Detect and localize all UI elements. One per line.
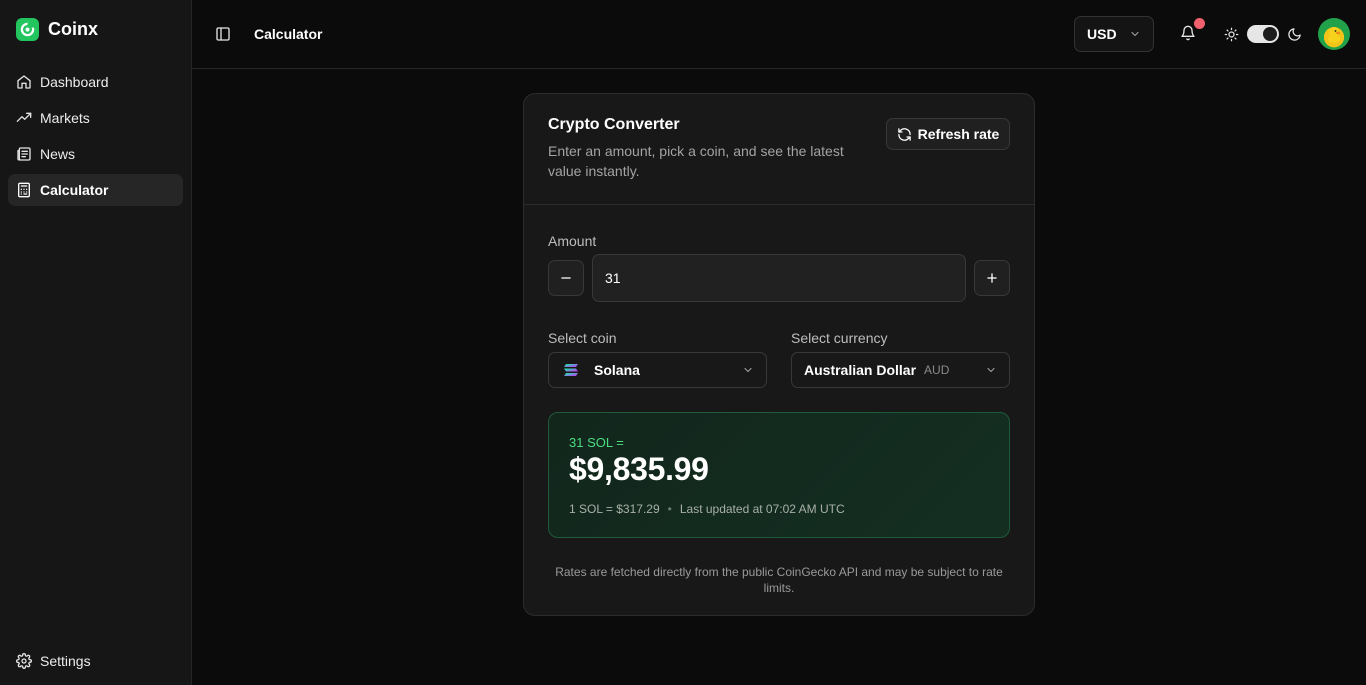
sidebar-toggle-icon[interactable] (214, 25, 232, 43)
coin-select-group: Select coin Solana (548, 330, 767, 388)
refresh-rate-button[interactable]: Refresh rate (886, 118, 1010, 150)
decrement-button[interactable] (548, 260, 584, 296)
currency-select-value: USD (1087, 26, 1117, 42)
notification-dot (1194, 18, 1205, 29)
result-label: 31 SOL = (569, 435, 624, 450)
amount-input[interactable] (592, 254, 966, 302)
coin-select-value: Solana (594, 362, 640, 378)
calculator-icon (18, 182, 30, 198)
brand-name: Coinx (48, 18, 99, 39)
sidebar-item-label: Dashboard (40, 74, 109, 90)
moon-icon (1288, 27, 1301, 41)
theme-switcher (1224, 25, 1302, 43)
sidebar-item-news[interactable]: News (8, 138, 183, 170)
currency-select-value: Australian Dollar (804, 362, 917, 378)
app-root: Coinx Dashboard Markets News Calculator … (0, 0, 1366, 685)
page-title: Calculator (254, 26, 323, 42)
sidebar-item-markets[interactable]: Markets (8, 102, 183, 134)
content: Crypto Converter Enter an amount, pick a… (192, 69, 1366, 685)
card-body: Amount Select coin (524, 205, 1034, 596)
rate-text: 1 SOL = $317.29 (569, 502, 660, 516)
bell-icon (1181, 25, 1195, 41)
toggle-knob (1263, 27, 1277, 41)
card-description: Enter an amount, pick a coin, and see th… (548, 143, 844, 179)
result-meta: 1 SOL = $317.29 • Last updated at 07:02 … (569, 502, 989, 516)
meta-separator: • (667, 502, 672, 516)
home-icon (17, 75, 31, 89)
sidebar-nav: Dashboard Markets News Calculator (8, 66, 183, 206)
crypto-converter-card: Crypto Converter Enter an amount, pick a… (523, 93, 1035, 616)
coin-select[interactable]: Solana (548, 352, 767, 388)
notifications-button[interactable] (1180, 18, 1205, 43)
sidebar-item-label: Calculator (40, 182, 109, 198)
chevron-down-icon (987, 367, 995, 373)
trending-up-icon (16, 112, 32, 122)
refresh-rate-label: Refresh rate (917, 126, 1000, 142)
sidebar-item-dashboard[interactable]: Dashboard (8, 66, 183, 98)
currency-select-label: Select currency (791, 330, 888, 346)
refresh-icon (897, 127, 911, 141)
sidebar-item-label: Markets (40, 110, 90, 126)
card-header: Crypto Converter Enter an amount, pick a… (524, 94, 1034, 205)
coinx-logo-icon (16, 17, 39, 41)
chevron-down-icon (1131, 31, 1139, 37)
gear-icon (16, 653, 32, 669)
currency-select[interactable]: USD (1074, 16, 1154, 52)
amount-label: Amount (548, 233, 597, 249)
sidebar-item-label: Settings (40, 653, 91, 669)
sidebar-item-settings[interactable]: Settings (8, 645, 183, 677)
main: Calculator USD Crypto Converter Enter an… (192, 0, 1366, 685)
target-currency-select[interactable]: Australian Dollar AUD (791, 352, 1010, 388)
result-value: $9,835.99 (569, 451, 709, 487)
topbar-right: USD (1074, 16, 1350, 52)
avatar[interactable] (1318, 18, 1350, 50)
updated-text: Last updated at 07:02 AM UTC (679, 502, 845, 516)
solana-icon (564, 364, 578, 376)
currency-select-group: Select currency Australian Dollar AUD (791, 330, 1010, 388)
select-row: Select coin Solana Select currency Austr… (548, 330, 1010, 388)
currency-code: AUD (924, 363, 950, 377)
minus-icon (561, 277, 571, 279)
duck-avatar-icon (1328, 27, 1341, 43)
sidebar-item-label: News (40, 146, 76, 162)
coin-select-label: Select coin (548, 330, 617, 346)
theme-toggle[interactable] (1247, 25, 1279, 43)
increment-button[interactable] (974, 260, 1010, 296)
sun-icon (1224, 27, 1239, 41)
amount-row (548, 254, 1010, 302)
sidebar-item-calculator[interactable]: Calculator (8, 174, 183, 206)
newspaper-icon (17, 147, 31, 161)
sidebar: Coinx Dashboard Markets News Calculator … (0, 0, 192, 685)
conversion-result: 31 SOL = $9,835.99 1 SOL = $317.29 • Las… (548, 412, 1010, 538)
topbar-left: Calculator (214, 25, 322, 43)
chevron-down-icon (744, 367, 752, 373)
topbar: Calculator USD (192, 0, 1366, 69)
plus-icon (987, 273, 997, 283)
brand[interactable]: Coinx (8, 0, 183, 58)
footnote: Rates are fetched directly from the publ… (555, 565, 1003, 595)
